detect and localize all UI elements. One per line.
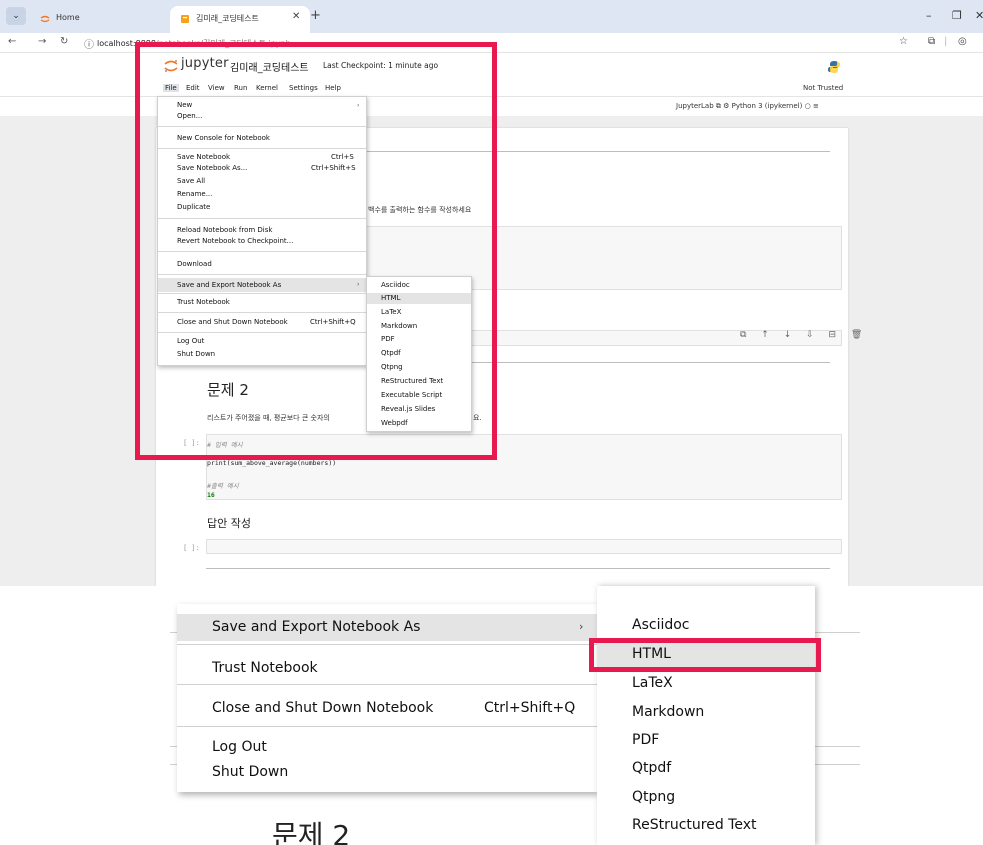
kernel-status-icon: ○ — [804, 102, 813, 110]
close-window-icon[interactable]: ✕ — [975, 9, 983, 22]
kernel-name[interactable]: Python 3 (ipykernel) — [732, 102, 803, 110]
menu-label: Close and Shut Down Notebook — [212, 700, 434, 716]
reload-icon[interactable]: ↻ — [60, 36, 68, 47]
inset-export-markdown[interactable]: Markdown — [597, 699, 815, 727]
menu-separator — [177, 684, 597, 685]
browser-tab-bar: ⌄ Home ✕ 김미래_코딩테스트 ✕ + – ❐ ✕ — [0, 0, 983, 33]
notebook-favicon-icon — [181, 15, 189, 23]
inset-close-shutdown[interactable]: Close and Shut Down Notebook Ctrl+Shift+Q — [177, 695, 597, 722]
settings-gear-icon[interactable]: ⚙ — [723, 102, 732, 110]
inset-export-qtpng[interactable]: Qtpng — [597, 784, 815, 812]
python-logo-icon — [828, 61, 840, 73]
html-highlight-frame — [589, 638, 821, 672]
extensions-icon[interactable]: ⧉ — [928, 36, 935, 47]
code-comment-output: #출력 예시 — [207, 482, 239, 490]
new-tab-plus-icon[interactable]: + — [310, 8, 321, 23]
screenshot-root: ⌄ Home ✕ 김미래_코딩테스트 ✕ + – ❐ ✕ ← → ↻ ⓘ loc… — [0, 0, 983, 845]
minimize-icon[interactable]: – — [926, 9, 932, 22]
inset-export-submenu: Asciidoc HTML LaTeX Markdown PDF Qtpdf Q… — [597, 586, 815, 845]
inset-export-rst[interactable]: ReStructured Text — [597, 812, 815, 840]
submenu-label: PDF — [632, 732, 660, 748]
tab-title-home: Home — [56, 13, 80, 22]
hamburger-menu-icon[interactable]: ≡ — [813, 102, 819, 110]
forward-arrow-icon[interactable]: → — [38, 36, 46, 47]
inset-export-latex[interactable]: LaTeX — [597, 670, 815, 698]
menu-label: Save and Export Notebook As — [212, 619, 421, 635]
menu-separator — [177, 644, 597, 645]
tab-title-notebook: 김미래_코딩테스트 — [196, 14, 259, 23]
code-output-value: 16 — [207, 491, 215, 499]
highlight-frame — [135, 42, 497, 460]
cell-prompt: [ ]: — [183, 544, 200, 552]
submenu-label: Asciidoc — [632, 617, 690, 633]
menu-separator — [177, 726, 597, 727]
inset-export-qtpdf[interactable]: Qtpdf — [597, 755, 815, 783]
bookmark-star-icon[interactable]: ☆ — [899, 36, 908, 47]
browser-tab-home[interactable]: Home ✕ — [30, 6, 192, 33]
zoomed-inset: 문제 2 Save and Export Notebook As › Trust … — [0, 586, 983, 845]
browser-tab-notebook[interactable]: 김미래_코딩테스트 ✕ — [170, 6, 310, 33]
menu-label: Shut Down — [212, 764, 289, 780]
jupyterlab-link[interactable]: JupyterLab — [676, 102, 714, 110]
inset-problem-heading: 문제 2 — [272, 819, 351, 845]
site-info-icon[interactable]: ⓘ — [84, 36, 94, 51]
inset-export-asciidoc[interactable]: Asciidoc — [597, 612, 815, 640]
toolbar-divider: | — [944, 36, 948, 47]
submenu-label: Qtpng — [632, 789, 676, 805]
tab-search-button[interactable]: ⌄ — [6, 7, 26, 25]
submenu-label: ReStructured Text — [632, 817, 757, 833]
submenu-label: Markdown — [632, 704, 705, 720]
answer-heading: 답안 작성 — [207, 517, 251, 530]
menu-label: Log Out — [212, 739, 267, 755]
cell-toolbar[interactable]: ⧉ ↑ ↓ ⇩ ⊟ 🗑 — [740, 330, 868, 340]
inset-file-menu: Save and Export Notebook As › Trust Noteb… — [177, 604, 597, 792]
inset-export-pdf[interactable]: PDF — [597, 727, 815, 755]
menu-label: Trust Notebook — [212, 660, 318, 676]
inset-save-export[interactable]: Save and Export Notebook As › — [177, 614, 597, 641]
profile-icon[interactable]: ◎ — [958, 36, 967, 47]
trust-status[interactable]: Not Trusted — [803, 84, 843, 92]
inset-shutdown[interactable]: Shut Down — [177, 759, 597, 786]
cell-divider — [206, 568, 830, 569]
back-arrow-icon[interactable]: ← — [8, 36, 16, 47]
kernel-info: JupyterLab ⧉ ⚙ Python 3 (ipykernel) ○ ≡ — [676, 102, 819, 111]
submenu-caret-icon: › — [579, 620, 584, 633]
submenu-label: Qtpdf — [632, 760, 672, 776]
code-print-line: print(sum_above_average(numbers)) — [207, 459, 337, 467]
code-cell-answer[interactable] — [206, 539, 842, 554]
inset-logout[interactable]: Log Out — [177, 734, 597, 761]
inset-trust-notebook[interactable]: Trust Notebook — [177, 655, 597, 682]
submenu-label: LaTeX — [632, 675, 673, 691]
jupyter-favicon-icon — [40, 15, 50, 23]
restore-icon[interactable]: ❐ — [952, 9, 962, 22]
menu-shortcut: Ctrl+Shift+Q — [484, 700, 576, 716]
tab-close-icon[interactable]: ✕ — [292, 11, 300, 22]
